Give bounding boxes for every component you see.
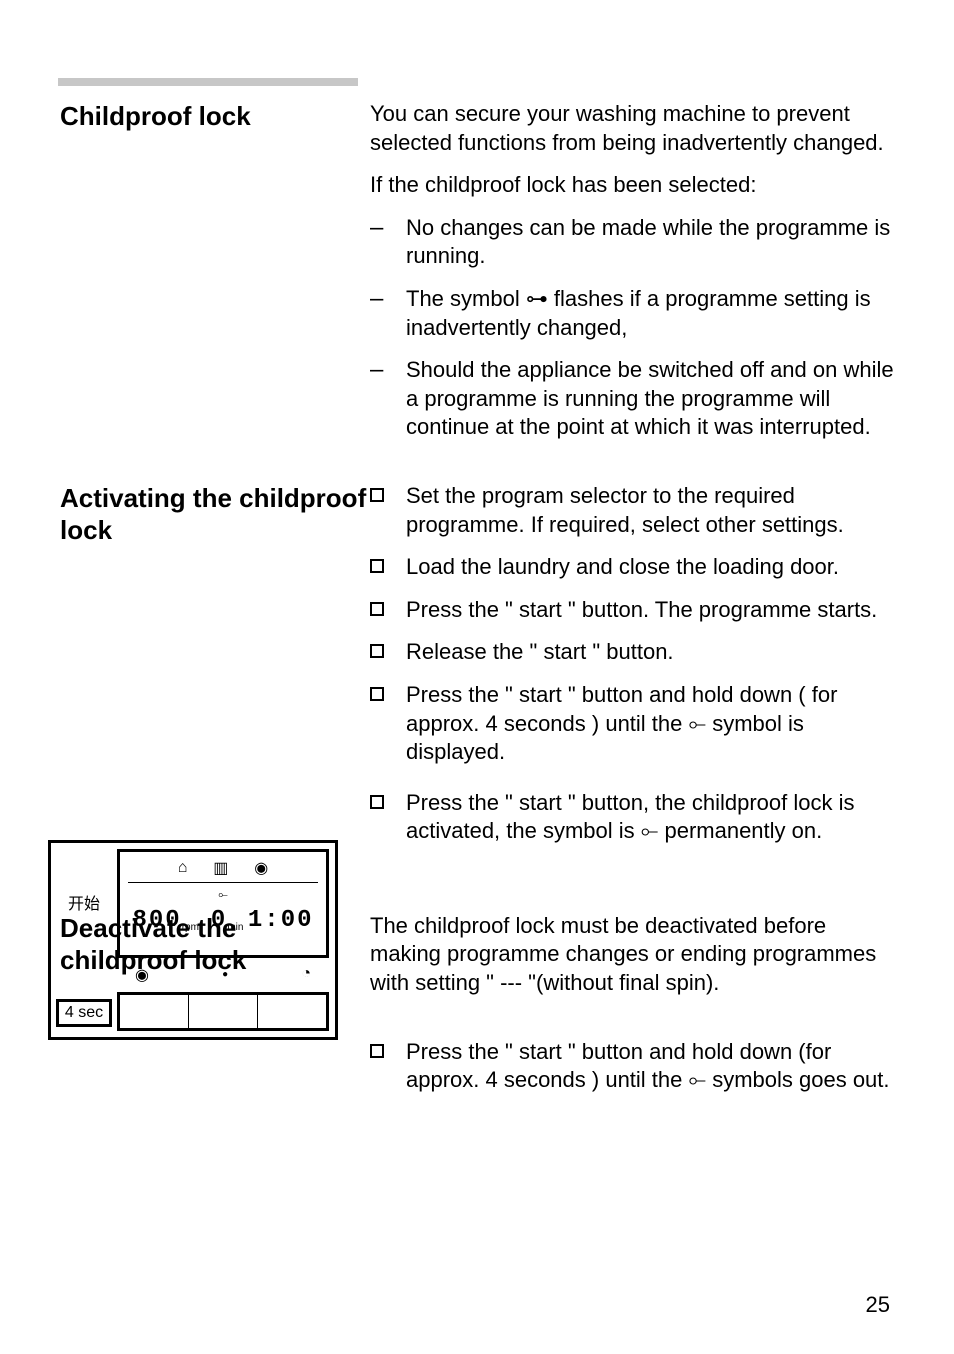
diagram-display-panel: ⌂ ▥ ◉ ⟜ 800rpm 0min 1:00 [117,849,329,958]
diagram-label-start: 开始 [51,843,117,961]
square-bullet-icon [370,602,384,616]
circle-dot-icon: ◉ [135,965,149,985]
square-bullet-icon [370,795,384,809]
sun-icon [216,965,234,983]
page-number: 25 [866,1292,890,1318]
childproof-intro: You can secure your washing machine to p… [370,100,894,157]
childproof-bullet-list: – No changes can be made while the progr… [370,214,894,442]
step-text: Press the " start " button. The programm… [406,596,894,625]
childproof-bullet-3: – Should the appliance be switched off a… [370,356,894,442]
activating-step-4: Release the " start " button. [370,638,894,667]
activating-step-3: Press the " start " button. The programm… [370,596,894,625]
activating-steps: Set the program selector to the required… [370,482,894,846]
bullet-text: Should the appliance be switched off and… [406,356,894,442]
diagram-time-value: 0min 1:00 [211,907,314,934]
square-bullet-icon [370,1044,384,1058]
diagram-button-row [117,992,329,1031]
dash-icon: – [370,216,383,240]
dash-icon: – [370,287,383,311]
step-text: Press the " start " button and hold down… [406,1038,894,1095]
tub-icon: ▥ [213,858,228,878]
activating-step-1: Set the program selector to the required… [370,482,894,539]
childproof-bullet-2: – The symbol ⊶ flashes if a programme se… [370,285,894,342]
square-bullet-icon [370,687,384,701]
step-text: Load the laundry and close the loading d… [406,553,894,582]
square-bullet-icon [370,488,384,502]
diagram-status-icons: ◉ ◔ [117,961,329,989]
diagram-label-4sec: 4 sec [56,999,112,1027]
diagram-top-icons: ⌂ ▥ ◉ [128,856,318,883]
square-bullet-icon [370,644,384,658]
activating-step-5: Press the " start " button and hold down… [370,681,894,767]
step-text: Press the " start " button and hold down… [406,681,894,767]
deactivate-intro: The childproof lock must be deactivated … [370,912,894,998]
diagram-rpm-value: 800rpm [132,907,198,934]
step-text: Press the " start " button, the childpro… [406,789,894,846]
bullet-text: No changes can be made while the program… [406,214,894,271]
step-text: Release the " start " button. [406,638,894,667]
bucket-icon: ⌂ [178,859,188,877]
decorative-bar [58,78,358,86]
key-icon: ⟜ [218,887,228,901]
spin-icon: ◉ [254,858,268,878]
clock-icon: ◔ [301,965,311,985]
heading-activating: Activating the childproof lock [60,482,370,547]
deactivate-step-1: Press the " start " button and hold down… [370,1038,894,1095]
square-bullet-icon [370,559,384,573]
dash-icon: – [370,358,383,382]
appliance-display-diagram: 开始 ⌂ ▥ ◉ ⟜ 800rpm 0min 1:00 [48,840,338,1040]
childproof-bullet-1: – No changes can be made while the progr… [370,214,894,271]
activating-step-6: Press the " start " button, the childpro… [370,789,894,846]
heading-childproof-lock: Childproof lock [60,100,370,133]
childproof-selected-lead: If the childproof lock has been selected… [370,171,894,200]
step-text: Set the program selector to the required… [406,482,894,539]
activating-step-2: Load the laundry and close the loading d… [370,553,894,582]
deactivate-steps: Press the " start " button and hold down… [370,1038,894,1095]
bullet-text: The symbol ⊶ flashes if a programme sett… [406,285,894,342]
